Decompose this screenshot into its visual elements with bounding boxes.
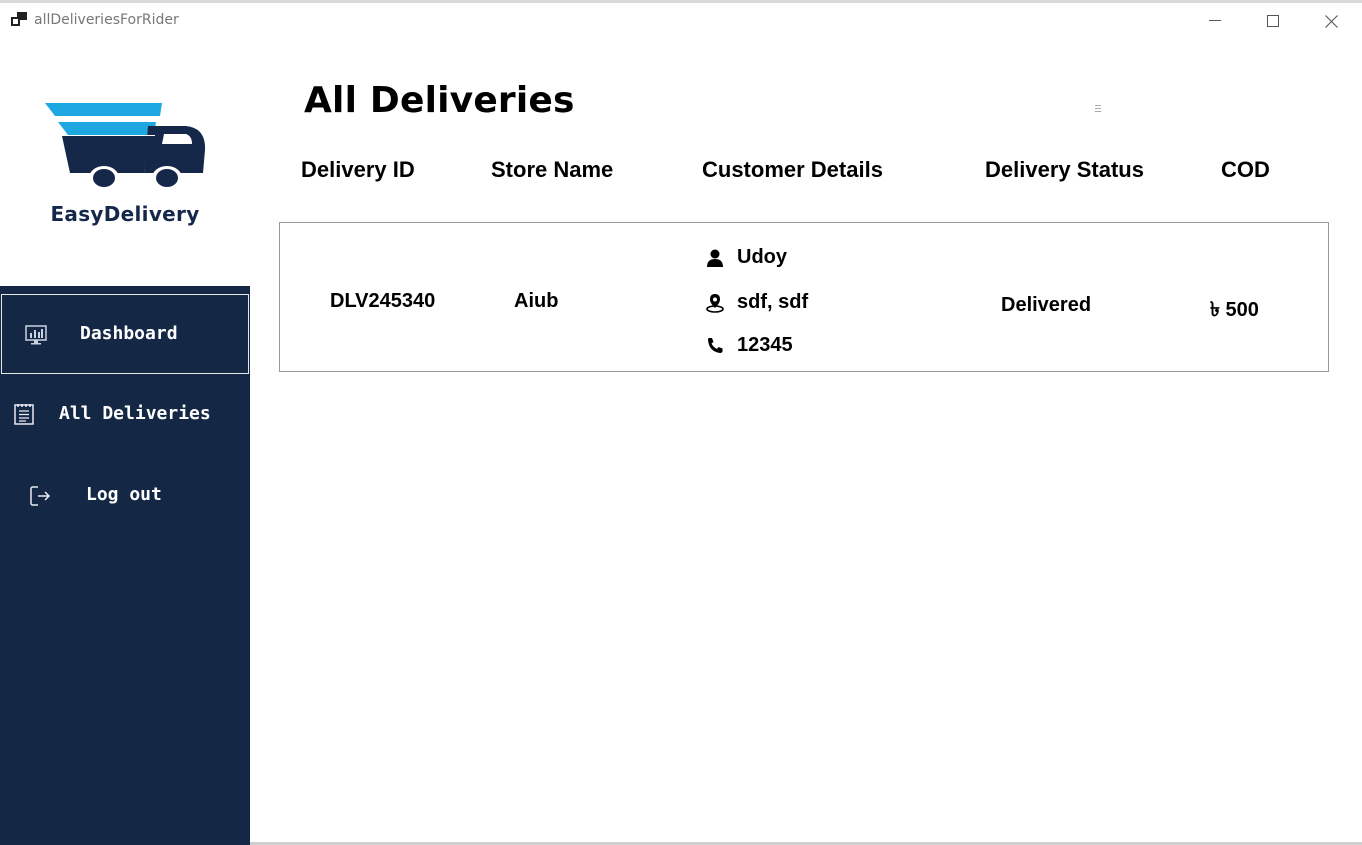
close-button[interactable] <box>1302 3 1360 39</box>
column-header-cod: COD <box>1221 157 1270 182</box>
cod-amount: ৳ 500 <box>1210 299 1259 321</box>
customer-name: Udoy <box>737 246 787 268</box>
logout-icon <box>30 486 51 506</box>
phone-icon <box>708 338 723 353</box>
column-header-delivery-id: Delivery ID <box>301 157 415 182</box>
page-title: All Deliveries <box>304 80 575 121</box>
app-icon <box>11 12 27 26</box>
sidebar-item-label: Log out <box>86 484 162 505</box>
person-icon <box>707 249 723 267</box>
sidebar-item-dashboard[interactable]: Dashboard <box>1 294 249 374</box>
delivery-row-card[interactable]: DLV245340 Aiub Udoy sdf, sdf 12345 Deliv… <box>279 222 1329 372</box>
easydelivery-truck-logo <box>45 103 206 190</box>
minimize-button[interactable] <box>1186 3 1244 39</box>
delivery-id: DLV245340 <box>330 290 436 312</box>
sidebar-item-label: Dashboard <box>80 323 178 344</box>
monitor-chart-icon <box>25 325 47 345</box>
window-title: allDeliveriesForRider <box>34 12 179 28</box>
sidebar: Dashboard All Deliveries Log out <box>0 286 250 845</box>
drag-handle-icon <box>1095 105 1101 112</box>
clipboard-list-icon <box>14 404 34 425</box>
sidebar-item-all-deliveries[interactable]: All Deliveries <box>0 374 250 454</box>
column-header-customer-details: Customer Details <box>702 157 883 182</box>
store-name: Aiub <box>514 290 559 312</box>
customer-address: sdf, sdf <box>737 291 809 313</box>
delivery-status: Delivered <box>1001 294 1092 316</box>
maximize-icon <box>1267 15 1279 27</box>
column-header-store-name: Store Name <box>491 157 614 182</box>
customer-phone: 12345 <box>737 334 793 356</box>
close-icon <box>1324 14 1338 28</box>
sidebar-item-log-out[interactable]: Log out <box>0 454 250 534</box>
window-titlebar: allDeliveriesForRider <box>0 3 1362 39</box>
maximize-button[interactable] <box>1244 3 1302 39</box>
sidebar-item-label: All Deliveries <box>59 403 211 424</box>
column-header-delivery-status: Delivery Status <box>985 157 1144 182</box>
location-pin-icon <box>706 294 724 313</box>
brand-name: EasyDelivery <box>50 202 200 226</box>
minimize-icon <box>1209 20 1221 21</box>
